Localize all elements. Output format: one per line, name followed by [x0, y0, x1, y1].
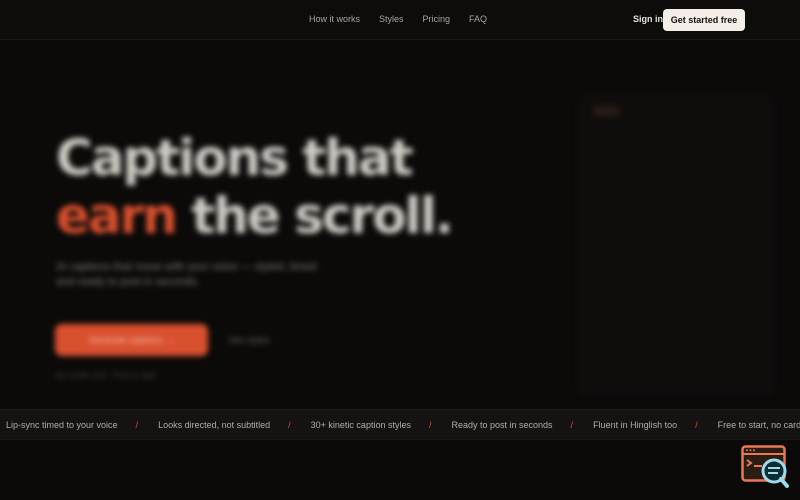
- nav-link-faq[interactable]: FAQ: [469, 14, 487, 24]
- get-started-button[interactable]: Get started free: [663, 9, 745, 31]
- preview-badge: [593, 106, 619, 116]
- ticker-item: Ready to post in seconds: [451, 420, 553, 430]
- hero-section: Captions that earn the scroll. AI captio…: [0, 41, 800, 409]
- ticker-item: 30+ kinetic caption styles: [310, 420, 411, 430]
- ticker-item: Lip-sync timed to your voice: [6, 420, 118, 430]
- ticker-separator: /: [570, 420, 574, 430]
- hero-title-accent: earn: [56, 187, 178, 245]
- ticker-separator: /: [135, 420, 139, 430]
- caption-preview-card: [578, 95, 774, 395]
- terminal-search-icon[interactable]: [741, 445, 791, 489]
- hero-title: Captions that earn the scroll.: [56, 129, 454, 245]
- nav-link-styles[interactable]: Styles: [379, 14, 404, 24]
- nav-link-how-it-works[interactable]: How it works: [309, 14, 360, 24]
- ticker-separator: /: [288, 420, 291, 430]
- sign-in-link[interactable]: Sign in: [633, 14, 663, 24]
- hero-blurred-content: Captions that earn the scroll. AI captio…: [0, 41, 800, 409]
- lower-section: [0, 441, 800, 500]
- top-nav: How it works Styles Pricing FAQ Sign in …: [0, 0, 800, 40]
- feature-ticker: Lip-sync timed to your voice / Looks dir…: [0, 409, 800, 440]
- hero-note: No credit card · Free to start: [56, 371, 157, 380]
- terminal-search-icon-graphic: [741, 445, 789, 488]
- hero-title-line1: Captions that: [56, 129, 414, 187]
- ticker-item: Fluent in Hinglish too: [593, 420, 678, 430]
- ticker-item: Looks directed, not subtitled: [158, 420, 271, 430]
- ticker-separator: /: [695, 420, 698, 430]
- ticker-item: Free to start, no card needed: [717, 420, 800, 430]
- ticker-separator: /: [428, 420, 432, 430]
- ticker-track: Lip-sync timed to your voice / Looks dir…: [6, 410, 800, 439]
- nav-link-pricing[interactable]: Pricing: [423, 14, 451, 24]
- hero-cta-button[interactable]: Generate captions →: [55, 324, 208, 356]
- hero-title-rest: the scroll.: [191, 187, 453, 245]
- nav-links: How it works Styles Pricing FAQ: [309, 14, 487, 24]
- hero-secondary-link[interactable]: See styles: [228, 335, 270, 345]
- hero-subtitle: AI captions that move with your voice — …: [56, 261, 317, 288]
